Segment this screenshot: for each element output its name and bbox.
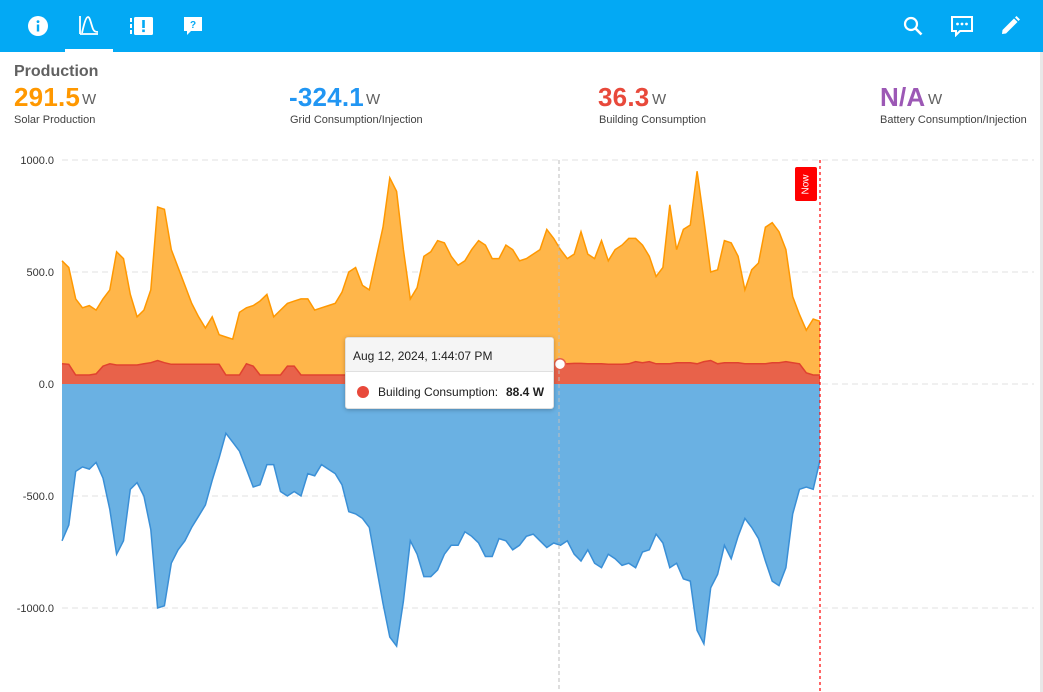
chart-icon — [79, 15, 99, 35]
grid-unit: W — [366, 91, 381, 108]
section-title: Production — [14, 63, 99, 80]
y-tick-label: 1000.0 — [20, 155, 54, 167]
battery-label: Battery Consumption/Injection — [880, 114, 1027, 126]
now-label: Now — [800, 173, 812, 195]
grid-value: -324.1 — [289, 82, 364, 112]
now-marker: Now — [795, 167, 817, 201]
help-button[interactable]: ? — [178, 0, 208, 52]
help-icon: ? — [184, 17, 202, 35]
tooltip-series-value: 88.4 W — [506, 385, 545, 399]
y-tick-label: -500.0 — [23, 491, 54, 503]
chart-tooltip: Aug 12, 2024, 1:44:07 PM Building Consum… — [345, 337, 554, 409]
y-tick-label: -1000.0 — [17, 603, 54, 615]
y-tick-label: 500.0 — [26, 267, 54, 279]
grid-consumption-area — [62, 384, 820, 647]
building-label: Building Consumption — [599, 114, 707, 126]
svg-text:?: ? — [190, 20, 196, 31]
info-icon — [28, 16, 48, 36]
building-unit: W — [652, 91, 667, 108]
solar-label: Solar Production — [14, 114, 96, 126]
edit-button[interactable] — [995, 0, 1025, 52]
battery-unit: W — [928, 91, 943, 108]
solar-value: 291.5 — [14, 82, 81, 112]
info-button[interactable] — [22, 0, 54, 52]
building-value: 36.3 — [598, 82, 650, 112]
history-chart[interactable]: 1000.0 500.0 0.0 -500.0 -1000.0 — [0, 140, 1040, 692]
tooltip-header: Aug 12, 2024, 1:44:07 PM — [346, 338, 553, 372]
tooltip-date: Aug 12, 2024, 1:44:07 PM — [353, 349, 493, 363]
pencil-icon — [1002, 16, 1020, 34]
battery-value: N/A — [880, 82, 926, 112]
tooltip-series-dot — [357, 386, 369, 398]
search-icon — [903, 16, 923, 36]
tooltip-series-name: Building Consumption: — [378, 385, 499, 399]
logbook-button[interactable] — [127, 0, 157, 52]
solar-unit: W — [82, 91, 97, 108]
assist-button[interactable] — [946, 0, 978, 52]
alert-icon — [130, 17, 153, 35]
comment-icon — [951, 16, 973, 37]
y-tick-label: 0.0 — [39, 379, 54, 391]
tab-history[interactable] — [65, 0, 113, 52]
toolbar: ? — [0, 0, 1043, 52]
search-button[interactable] — [898, 0, 928, 52]
grid-label: Grid Consumption/Injection — [290, 114, 423, 126]
hover-point — [553, 357, 567, 371]
